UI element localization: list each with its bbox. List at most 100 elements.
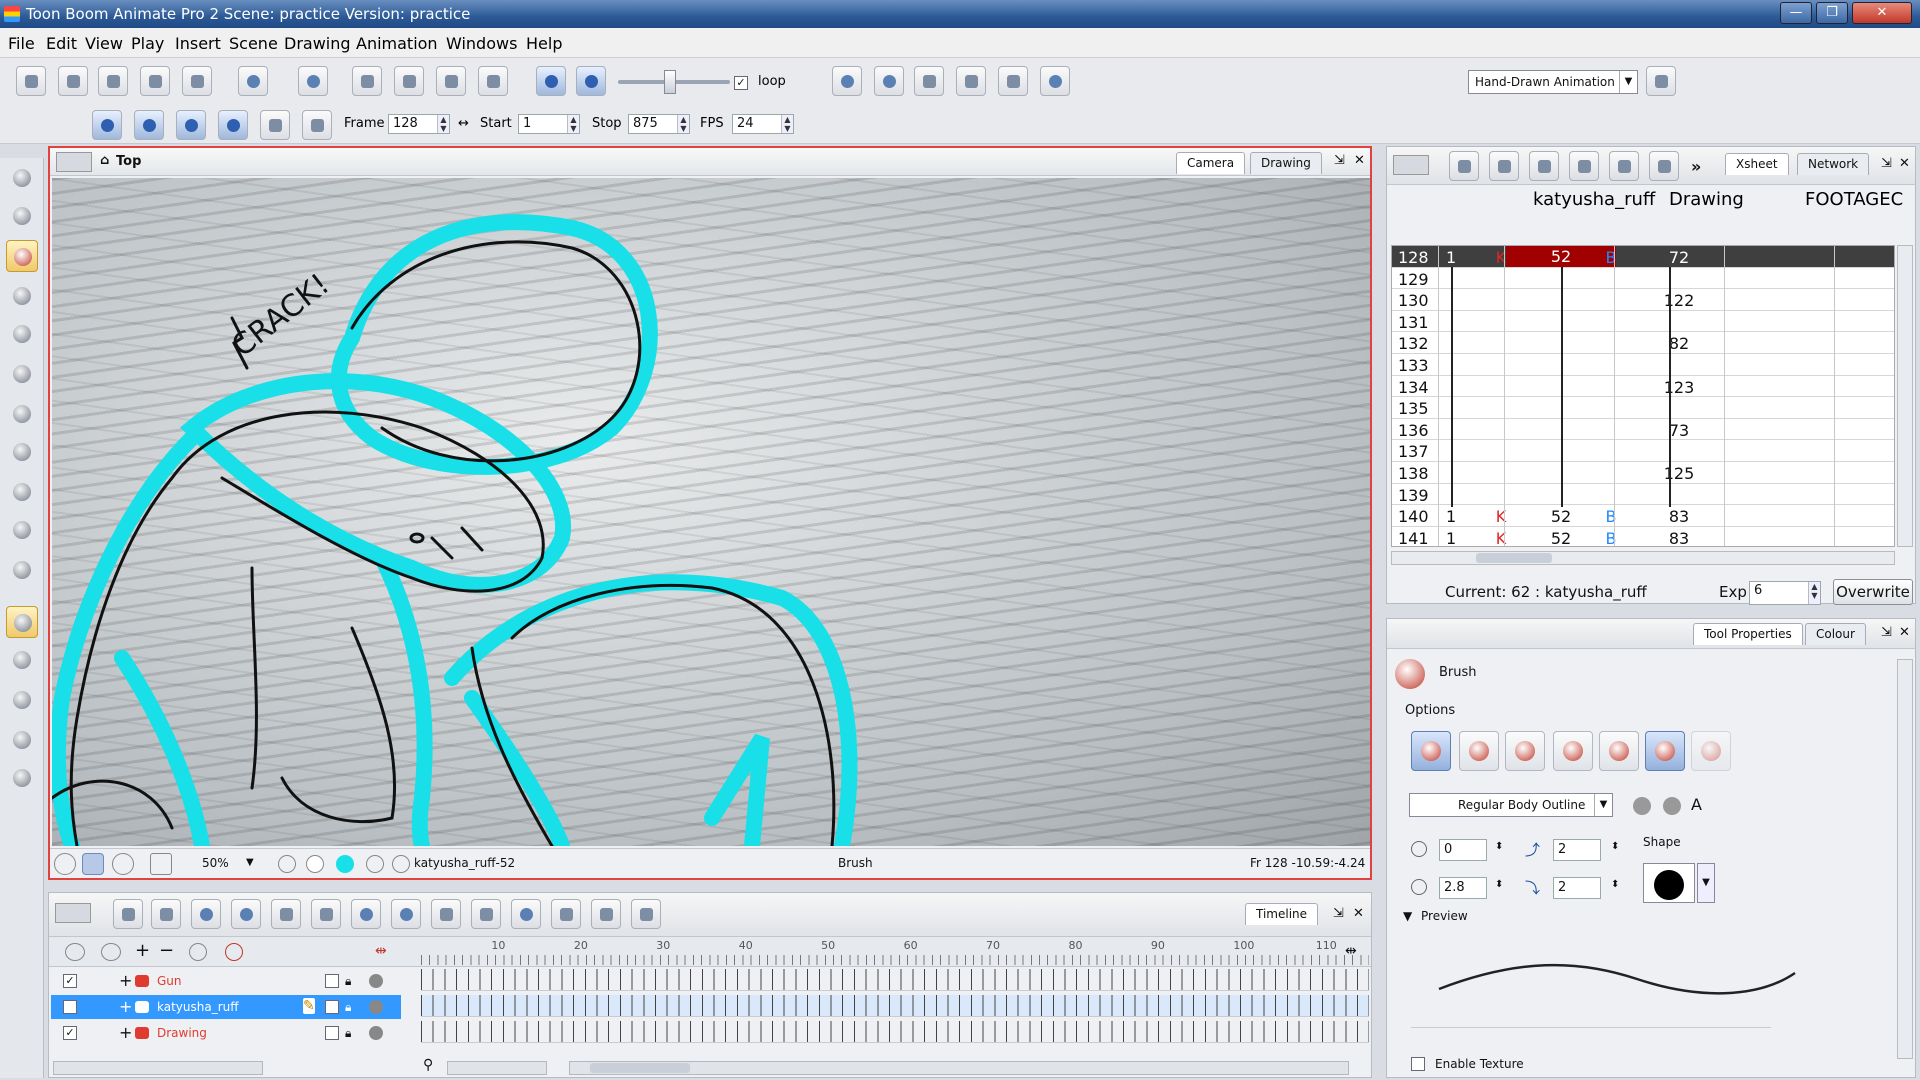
xsheet-cell[interactable]: 1 [1446, 248, 1456, 267]
lasso-tool-icon[interactable] [6, 436, 38, 468]
brush-tool-icon[interactable] [6, 240, 38, 272]
xsheet-row[interactable]: 141 1 K 52 B 83 [1392, 527, 1894, 546]
chevron-down-icon[interactable]: ▼ [1619, 71, 1637, 93]
ink-tool-icon[interactable] [6, 762, 38, 794]
menu-help[interactable]: Help [526, 34, 562, 53]
dropper-tool-icon[interactable] [6, 476, 38, 508]
animate-tool-icon[interactable] [6, 606, 38, 638]
smoothing-field[interactable]: 2 [1553, 839, 1601, 861]
auto-fill-icon[interactable] [1599, 731, 1639, 771]
expand-layer-icon[interactable]: + [119, 997, 132, 1016]
reset-view-icon[interactable] [54, 853, 76, 875]
slider-handle[interactable] [664, 70, 676, 94]
contour-editor-icon[interactable] [6, 200, 38, 232]
pivot-tool-icon[interactable] [6, 684, 38, 716]
zoom-chevron-down-icon[interactable]: ▼ [246, 857, 254, 868]
import-icon[interactable] [182, 66, 212, 96]
xsheet-row[interactable]: 128 1 K 52 B 72 [1392, 246, 1894, 268]
frame-field[interactable]: 128 ▲ ▼ [388, 114, 450, 134]
sound-scrub-icon[interactable] [218, 110, 248, 140]
workspace-select[interactable]: Hand-Drawn Animation ▼ [1468, 70, 1638, 94]
motion-keyframe-icon[interactable] [271, 899, 301, 929]
layer-color-icon[interactable] [369, 1026, 383, 1040]
column-icon[interactable] [1489, 151, 1519, 181]
cut-icon[interactable] [352, 66, 382, 96]
stepper-arrows-icon[interactable]: ⬍ [1495, 879, 1503, 890]
loop-play-icon[interactable] [134, 110, 164, 140]
add-keyframe-icon[interactable] [191, 899, 221, 929]
morph-tool-icon[interactable] [6, 514, 38, 546]
workspace-manager-icon[interactable] [1646, 66, 1676, 96]
stepper-arrows-icon[interactable]: ▲ ▼ [437, 115, 449, 133]
layer-lock-checkbox[interactable] [325, 1026, 339, 1040]
tab-camera[interactable]: Camera [1176, 152, 1246, 174]
close-button[interactable]: ✕ [1852, 2, 1912, 24]
frame-number[interactable]: 140 [1398, 507, 1429, 526]
show-all-icon[interactable] [65, 943, 85, 961]
previous-frame-icon[interactable] [536, 66, 566, 96]
save-as-icon[interactable] [140, 66, 170, 96]
zoom-level[interactable]: 50% [202, 856, 229, 870]
preview-toggle-icon[interactable]: ▼ [1403, 909, 1412, 923]
overwrite-button[interactable]: Overwrite [1833, 579, 1913, 605]
menu-insert[interactable]: Insert [175, 34, 221, 53]
frame-icon[interactable] [278, 855, 296, 873]
spline-offset-icon[interactable] [1040, 66, 1070, 96]
layer-name[interactable]: Gun [157, 974, 182, 988]
xsheet-row[interactable]: 134 123 [1392, 376, 1894, 398]
remove-column-icon[interactable] [1569, 151, 1599, 181]
brush-mode-icon[interactable] [1411, 731, 1451, 771]
play-icon[interactable] [92, 110, 122, 140]
layer-name[interactable]: Drawing [157, 1026, 207, 1040]
xsheet-row[interactable]: 136 73 [1392, 419, 1894, 441]
xsheet-vertical-scrollbar[interactable] [1897, 245, 1913, 547]
text-tool-icon[interactable] [6, 318, 38, 350]
menu-edit[interactable]: Edit [46, 34, 77, 53]
translate-icon[interactable] [998, 66, 1028, 96]
open-scene-icon[interactable] [58, 66, 88, 96]
layer-track[interactable] [421, 969, 1369, 991]
tool-properties-scrollbar[interactable] [1897, 659, 1913, 1059]
xsheet-column-header-footage[interactable]: FOOTAGEC [1805, 189, 1903, 210]
render-preview-icon[interactable] [260, 110, 290, 140]
timeline-scrollbar[interactable] [569, 1061, 1349, 1075]
frame-number[interactable]: 128 [1398, 248, 1429, 267]
more-icon[interactable]: » [1691, 157, 1701, 176]
edit-pencil-icon[interactable]: ✎ [303, 998, 315, 1014]
stepper-arrows-icon[interactable]: ▲ ▼ [1808, 582, 1820, 604]
stop-field[interactable]: 875 ▲ ▼ [628, 114, 690, 134]
stepper-arrows-icon[interactable]: ⬍ [1611, 879, 1619, 890]
add-brush-icon[interactable] [1505, 731, 1545, 771]
transform-icon[interactable] [832, 66, 862, 96]
home-icon[interactable]: ⌂ [100, 153, 109, 168]
ease-icon[interactable] [311, 899, 341, 929]
matte-icon[interactable] [366, 855, 384, 873]
view-menu-icon[interactable] [1393, 155, 1429, 175]
menu-scene[interactable]: Scene [229, 34, 278, 53]
menu-file[interactable]: File [8, 34, 35, 53]
copy-icon[interactable] [394, 66, 424, 96]
frame-number[interactable]: 134 [1398, 378, 1429, 397]
min-size-field[interactable]: 0 [1439, 839, 1487, 861]
layer-lock-checkbox[interactable] [325, 1000, 339, 1014]
no-brush-icon[interactable] [1459, 731, 1499, 771]
tab-drawing[interactable]: Drawing [1250, 152, 1322, 174]
frame-ruler[interactable]: 10 20 30 40 50 60 70 80 90 100 110 [421, 937, 1369, 967]
library-icon[interactable] [478, 66, 508, 96]
chevron-down-icon[interactable]: ▼ [1697, 863, 1715, 903]
insert-column-icon[interactable] [1529, 151, 1559, 181]
pin-icon[interactable]: ⇲ [1881, 625, 1892, 640]
hold-icon[interactable] [431, 899, 461, 929]
xsheet-row[interactable]: 140 1 K 52 B 83 [1392, 505, 1894, 527]
frame-number[interactable]: 133 [1398, 356, 1429, 375]
view-menu-icon[interactable] [55, 903, 91, 923]
stop-render-icon[interactable] [302, 110, 332, 140]
shape-picker[interactable] [1643, 863, 1695, 903]
new-scene-icon[interactable] [16, 66, 46, 96]
zoom-slider[interactable] [447, 1061, 547, 1075]
select-tool-icon[interactable] [6, 162, 38, 194]
chevron-down-icon[interactable]: ▼ [1594, 794, 1612, 816]
frame-number[interactable]: 141 [1398, 529, 1429, 546]
xsheet-row[interactable]: 132 82 [1392, 332, 1894, 354]
undo-icon[interactable] [238, 66, 268, 96]
